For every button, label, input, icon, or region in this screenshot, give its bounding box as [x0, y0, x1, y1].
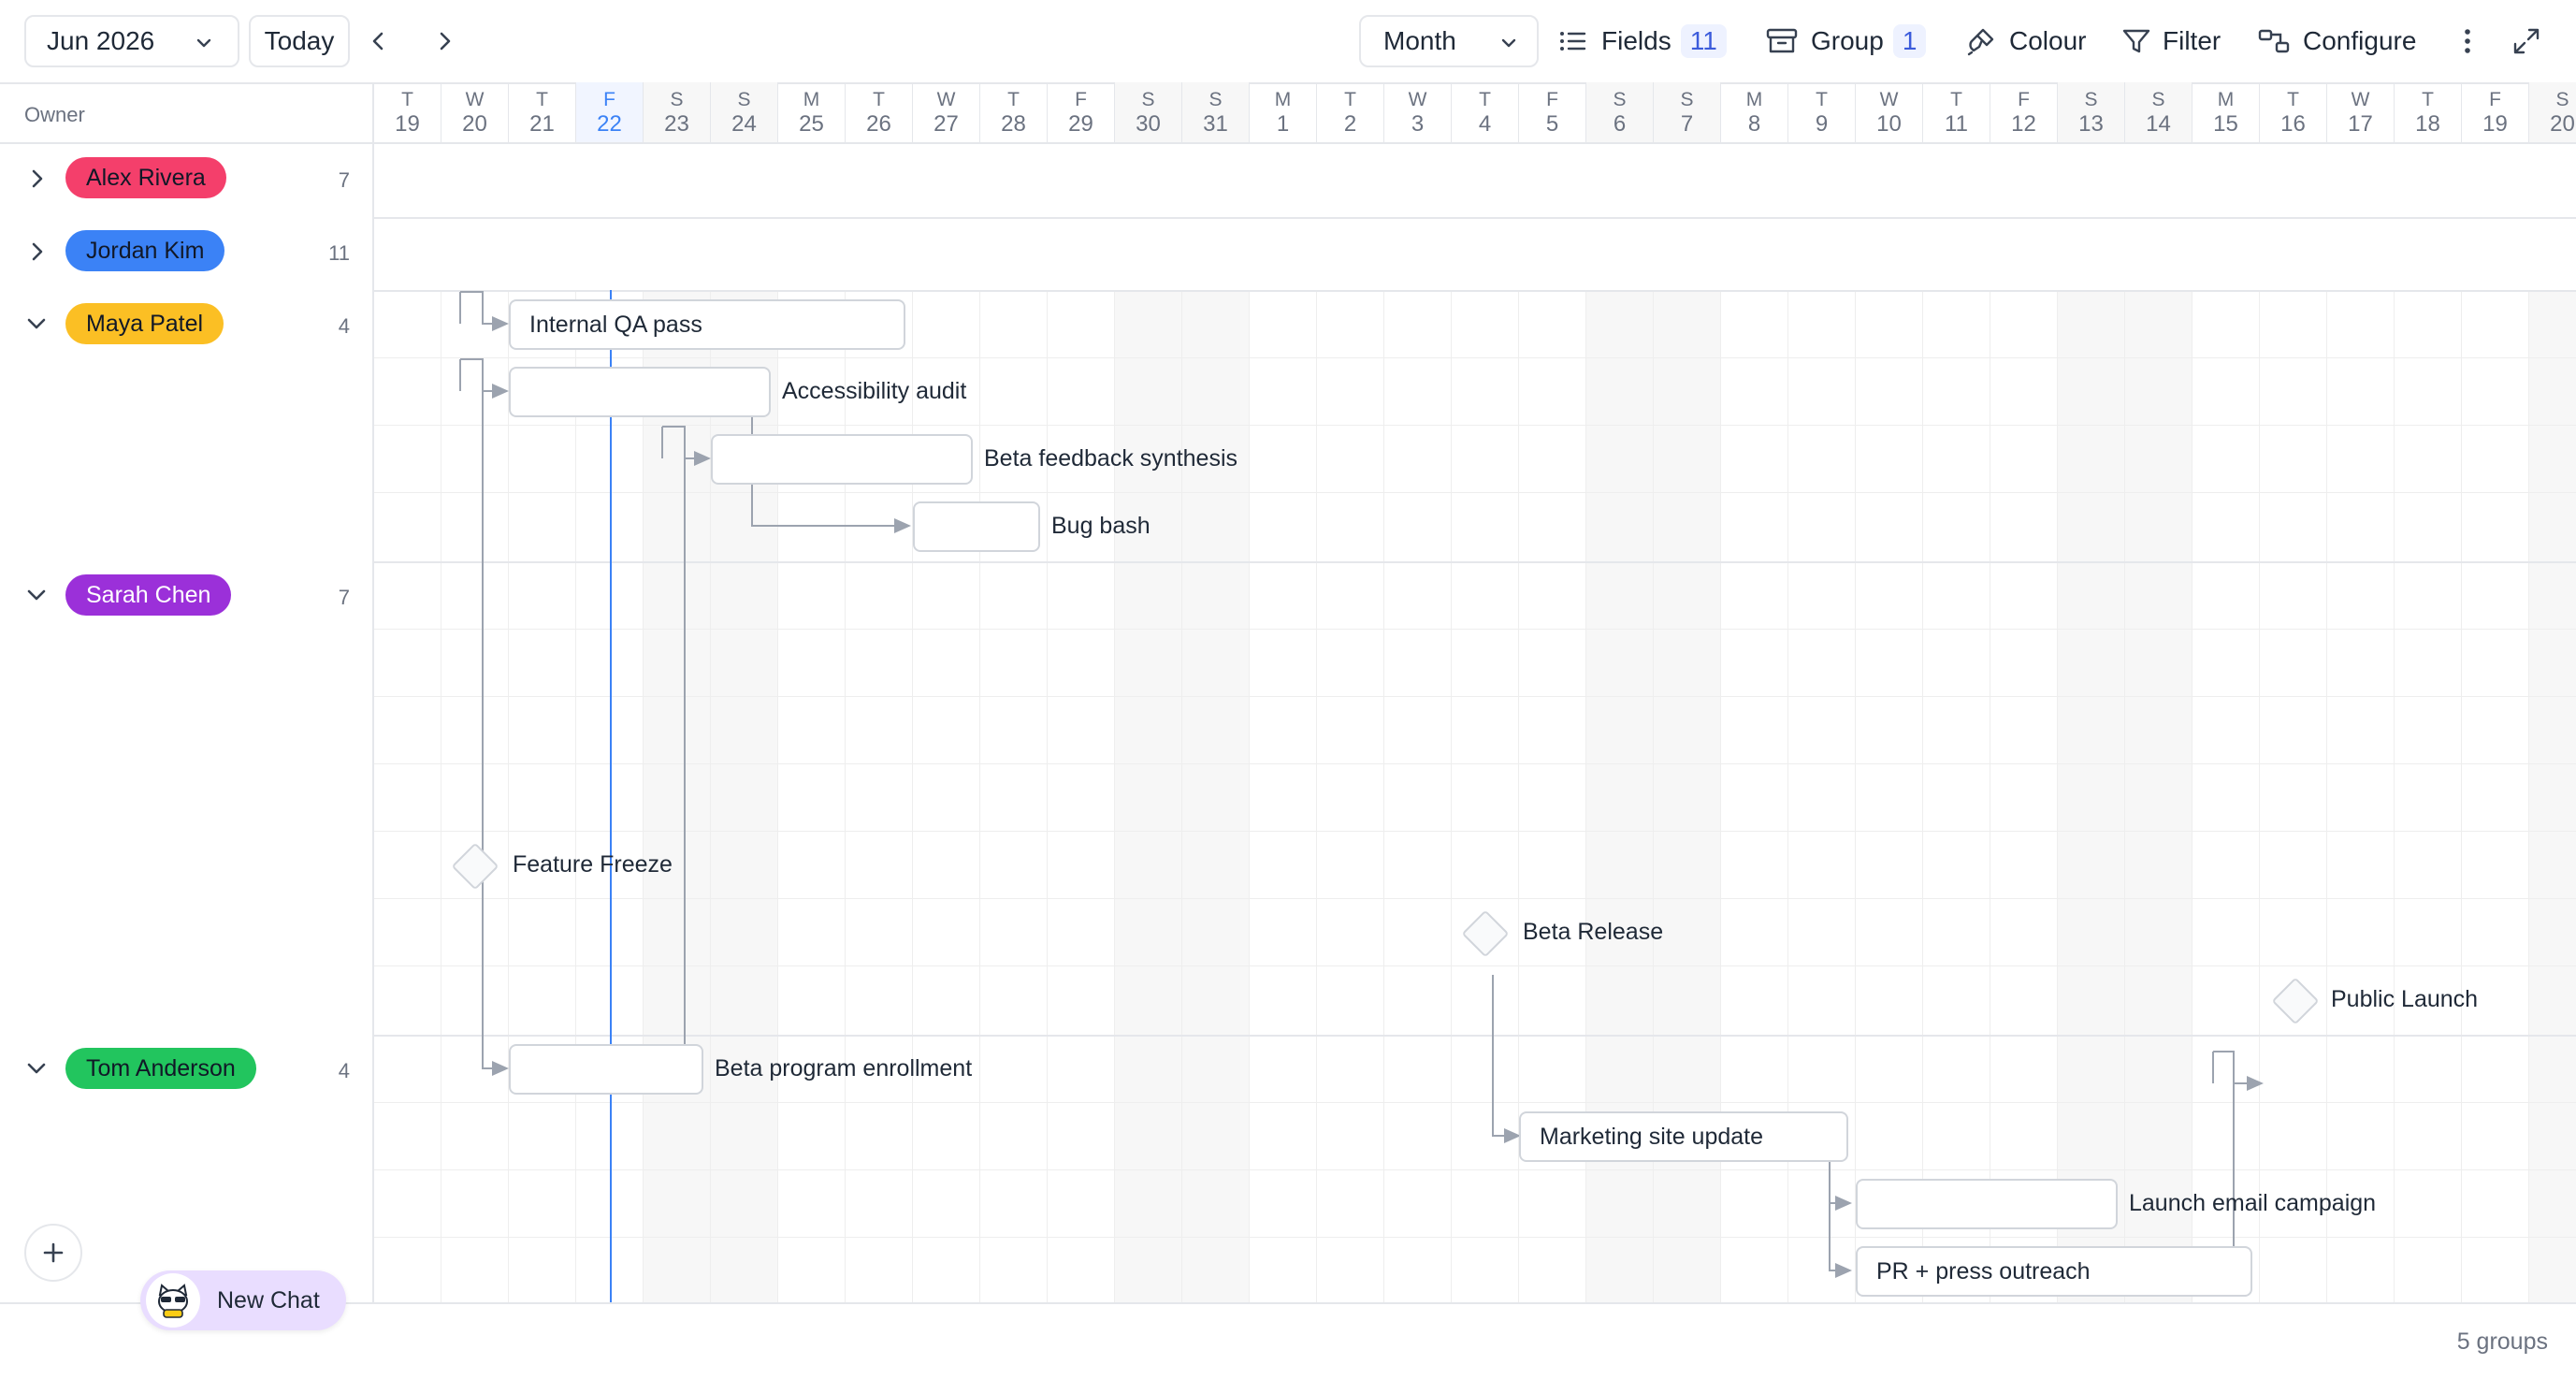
colour-label: Colour: [2009, 26, 2087, 55]
task-bar[interactable]: Internal QA pass: [509, 299, 905, 350]
task-bar[interactable]: [711, 434, 973, 485]
groups-count: 5 groups: [2456, 1328, 2548, 1355]
group-count: 7: [338, 168, 350, 192]
group-count: 7: [338, 586, 350, 609]
milestone-label: Public Launch: [2331, 986, 2479, 1012]
task-bar[interactable]: PR + press outreach: [1856, 1246, 2252, 1297]
expand-button[interactable]: [2512, 24, 2546, 58]
group-count: 11: [328, 241, 350, 265]
chevron-right-icon[interactable]: [26, 167, 49, 191]
milestone-label: Feature Freeze: [513, 851, 673, 878]
owner-pill: Tom Anderson: [65, 1048, 256, 1089]
dependency-connectors: [459, 291, 2264, 1278]
configure-button[interactable]: Configure: [2258, 17, 2416, 65]
owner-pill: Sarah Chen: [65, 574, 232, 616]
task-label: Launch email campaign: [2129, 1190, 2377, 1216]
new-chat-button[interactable]: New Chat: [140, 1270, 346, 1330]
owner-pill: Alex Rivera: [65, 157, 226, 198]
chevron-down-icon[interactable]: [24, 312, 49, 335]
chevron-right-icon[interactable]: [26, 240, 49, 264]
chevron-down-icon: [1499, 34, 1518, 52]
fields-label: Fields: [1601, 26, 1672, 55]
timeline: T 19 W 20 T 21 F 22 S 23 S 24 M 25 T 26 W 27 T 28 F 29 S 30 S 31 M…: [374, 82, 2576, 1302]
add-group-button[interactable]: [24, 1224, 82, 1282]
colour-button[interactable]: Colour: [1966, 17, 2086, 65]
group-row-sarah-chen[interactable]: Sarah Chen 7: [0, 561, 374, 1035]
group-row-jordan-kim[interactable]: Jordan Kim 11: [0, 217, 374, 290]
plus-icon: [43, 1242, 64, 1263]
expand-icon: [2513, 28, 2540, 54]
owner-header-label: Owner: [24, 103, 85, 126]
cat-icon: [158, 1284, 188, 1318]
assistant-avatar: [146, 1273, 200, 1328]
task-label: Accessibility audit: [782, 378, 967, 404]
owner-pill: Maya Patel: [65, 303, 224, 344]
owner-column: Alex Rivera 7 Jordan Kim 11 Maya Patel 4…: [0, 144, 374, 1302]
today-button[interactable]: Today: [249, 15, 350, 67]
archive-icon: [1766, 28, 1798, 53]
owner-pill: Jordan Kim: [65, 230, 225, 271]
task-bar[interactable]: [509, 367, 771, 417]
group-button[interactable]: Group 1: [1766, 17, 1927, 65]
group-row-alex-rivera[interactable]: Alex Rivera 7: [0, 144, 374, 217]
group-label: Group: [1811, 26, 1884, 55]
month-selector-label: Jun 2026: [47, 26, 155, 55]
group-count: 4: [338, 1059, 350, 1082]
task-bar[interactable]: Marketing site update: [1519, 1111, 1848, 1162]
more-vertical-icon: [2465, 29, 2470, 53]
chevron-down-icon: [195, 34, 213, 52]
filter-button[interactable]: Filter: [2121, 17, 2221, 65]
previous-button[interactable]: [367, 24, 398, 58]
group-count-badge: 1: [1892, 24, 1927, 58]
owner-column-header: Owner: [0, 82, 374, 144]
chevron-down-icon[interactable]: [24, 584, 49, 606]
task-bar[interactable]: [913, 501, 1040, 552]
task-bar[interactable]: [509, 1044, 703, 1095]
more-options-button[interactable]: [2454, 24, 2481, 58]
next-button[interactable]: [434, 24, 466, 58]
configure-icon: [2258, 29, 2290, 53]
filter-icon: [2122, 29, 2150, 53]
new-chat-label: New Chat: [217, 1286, 320, 1314]
chevron-left-icon: [372, 32, 384, 51]
toolbar: Jun 2026 Today Month Fields 11 Group 1 C…: [0, 0, 2576, 84]
today-button-label: Today: [264, 26, 335, 55]
list-icon: [1560, 32, 1586, 51]
chevron-down-icon[interactable]: [24, 1057, 49, 1080]
view-selector[interactable]: Month: [1359, 15, 1539, 67]
footer: 5 groups: [0, 1302, 2576, 1379]
task-label: Beta feedback synthesis: [984, 445, 1237, 472]
task-bar[interactable]: [1856, 1179, 2118, 1229]
paint-brush-icon: [1967, 28, 1994, 56]
task-label: Bug bash: [1051, 513, 1151, 539]
view-selector-label: Month: [1383, 26, 1456, 55]
milestone-label: Beta Release: [1523, 919, 1664, 945]
configure-label: Configure: [2303, 26, 2417, 55]
fields-button[interactable]: Fields 11: [1558, 17, 1727, 65]
filter-label: Filter: [2163, 26, 2221, 55]
month-selector[interactable]: Jun 2026: [24, 15, 239, 67]
task-label: Beta program enrollment: [715, 1055, 973, 1081]
group-count: 4: [338, 314, 350, 338]
group-row-maya-patel[interactable]: Maya Patel 4: [0, 290, 374, 561]
chevron-right-icon: [440, 32, 451, 51]
fields-count-badge: 11: [1680, 24, 1727, 58]
